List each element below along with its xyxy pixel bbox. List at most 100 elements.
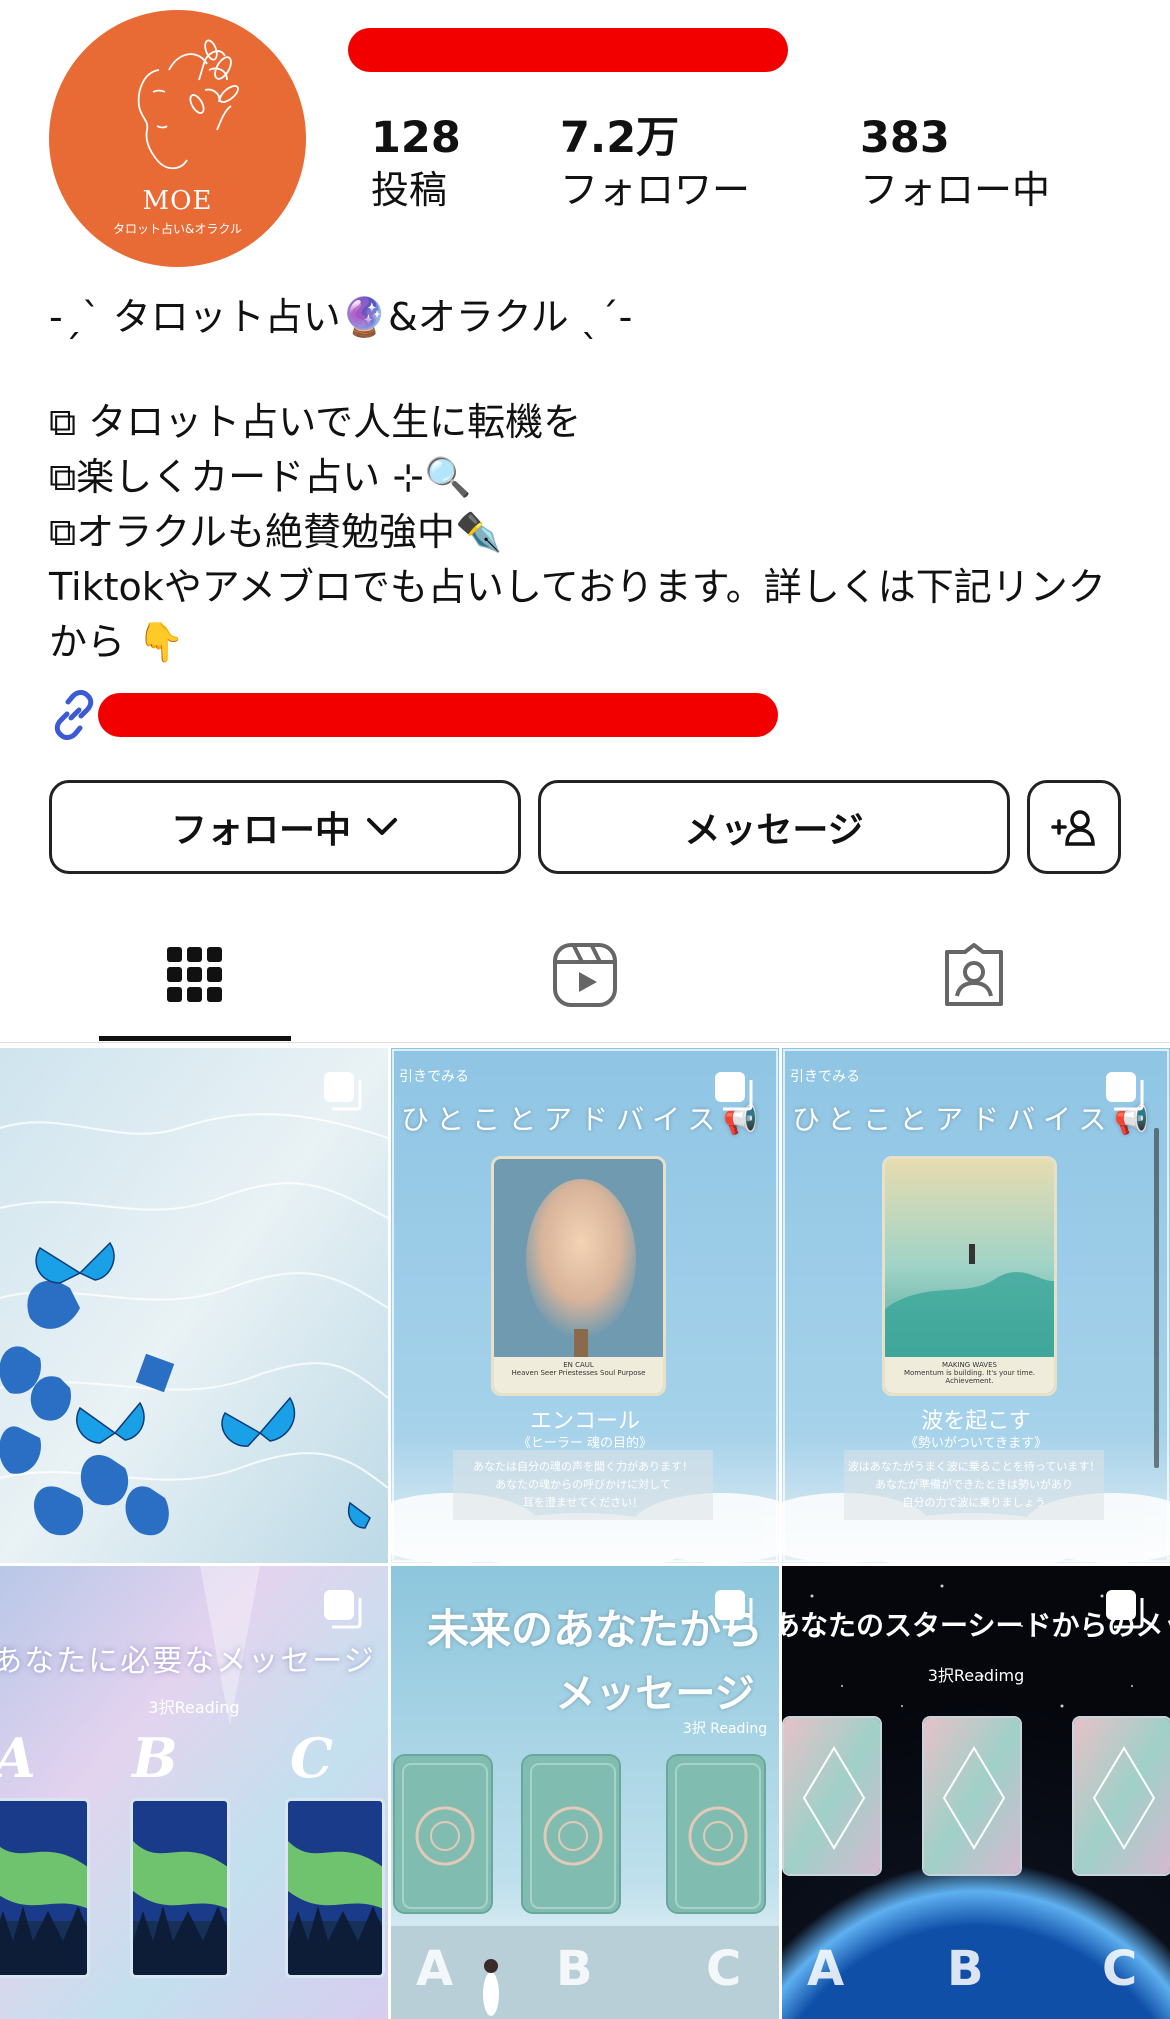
post-subtitle: 3択Readimg [927,1666,1025,1685]
card-back-pattern [784,1718,880,1874]
advice-message: 波はあなたがうまく波に乗ることを待っています！ あなたが準備ができたときは勢いが… [844,1450,1104,1520]
suggest-users-button[interactable] [1027,780,1121,874]
followers-label: フォロワー [560,168,751,212]
post-small-label: 引きでみる [790,1069,860,1085]
tab-posts[interactable] [155,935,235,1015]
profile-bio: -ˏˋ タロット占い🔮&オラクル ˎˊ- ⧉ タロット占いで人生に転機を ⧉楽し… [49,290,1129,670]
bio-line: ⧉オラクルも絶賛勉強中✒️ [49,510,503,554]
carousel-icon [715,1072,753,1111]
oracle-card: MAKING WAVES Momentum is building. It's … [882,1156,1057,1396]
card-name: エンコール [529,1409,640,1434]
tab-tagged[interactable] [934,935,1014,1015]
link-icon[interactable] [49,690,99,740]
tarot-card-back [666,1754,766,1914]
following-button[interactable]: フォロー中 [49,780,521,874]
posts-count: 128 [371,113,461,163]
tarot-card-back [393,1754,493,1914]
following-label: フォロー中 [860,168,1051,212]
choice-letter: B [132,1726,178,1790]
oracle-caption-title: EN CAUL [563,1361,594,1369]
carousel-icon [324,1590,362,1629]
profile-avatar[interactable]: MOE タロット占い&オラクル [49,10,306,267]
post-title: あなたに必要なメッセージ [0,1644,376,1679]
oracle-caption: EN CAUL Heaven Seer Priestesses Soul Pur… [494,1357,663,1393]
choice-letter: A [416,1941,454,1997]
followers-stat[interactable]: 7.2万 フォロワー [560,112,750,216]
post-title-line2: メッセージ [555,1671,755,1717]
aurora-card-art [133,1801,227,1975]
carousel-icon [1106,1072,1144,1111]
aurora-card [0,1798,90,1978]
choice-letter: C [706,1941,742,1997]
advice-line: あなたの魂からの呼びかけに対して [495,1478,671,1491]
reels-icon [553,943,617,1007]
aurora-card [130,1798,230,1978]
following-count: 383 [860,113,950,163]
bio-spacer [49,345,1129,395]
message-button[interactable]: メッセージ [538,780,1010,874]
choice-letter: A [807,1941,845,1997]
choice-letter: A [0,1726,36,1790]
oracle-card: EN CAUL Heaven Seer Priestesses Soul Pur… [491,1156,666,1396]
posts-label: 投稿 [371,168,448,212]
post-subtitle: 3択Reading [148,1698,240,1717]
card-subtitle: 《ヒーラー 魂の目的》 [517,1436,653,1451]
chevron-down-icon [367,818,397,835]
carousel-icon [715,1590,753,1629]
card-back-pattern [924,1718,1020,1874]
butterfly-water-image [0,1048,388,1563]
following-button-label: フォロー中 [170,810,351,851]
redacted-username [348,28,788,72]
posts-stat[interactable]: 128 投稿 [371,112,461,216]
tarot-card-back [521,1754,621,1914]
advice-line: 耳を澄ませてください！ [522,1496,644,1509]
oracle-caption-title: MAKING WAVES [942,1361,997,1369]
card-subtitle: 《勢いがついてきます》 [904,1436,1048,1451]
tagged-icon [945,943,1003,1006]
carousel-icon [324,1072,362,1111]
post-subtitle: 3択 Reading [682,1721,768,1737]
oracle-caption: MAKING WAVES Momentum is building. It's … [885,1357,1054,1393]
oracle-caption-text: Momentum is building. It's your time. Ac… [903,1369,1036,1385]
followers-count: 7.2万 [560,113,680,163]
card-back-pattern [395,1756,491,1912]
advice-line: 波はあなたがうまく波に乗ることを待っています！ [847,1460,1101,1473]
avatar-brand-subtitle: タロット占い&オラクル [113,222,242,236]
bio-line: -ˏˋ タロット占い🔮&オラクル ˎˊ- [49,295,633,339]
advice-line: あなたは自分の魂の声を聞く力があります！ [473,1460,693,1473]
tarot-card-back [922,1716,1022,1876]
active-tab-indicator [99,1036,291,1041]
oracle-caption-text: Heaven Seer Priestesses Soul Purpose [511,1369,646,1377]
card-back-pattern [668,1756,764,1912]
choice-letter: B [556,1941,593,1997]
post-thumbnail[interactable]: 引きでみる ひとことアドバイス📢 MAKING WAVES Momentum i… [782,1048,1170,1563]
carousel-icon [1106,1590,1144,1629]
message-button-label: メッセージ [684,810,864,851]
post-thumbnail[interactable] [0,1048,388,1563]
add-person-icon [1051,810,1095,846]
aurora-card-art [288,1801,382,1975]
post-small-label: 引きでみる [399,1069,469,1085]
choice-letter: C [290,1726,333,1790]
tab-reels[interactable] [545,935,625,1015]
advice-line: あなたが準備ができたときは勢いがあり [875,1478,1073,1491]
post-thumbnail[interactable]: あなたに必要なメッセージ 3択Reading A B C [0,1566,388,2019]
choice-letter: B [947,1941,984,1997]
bio-line: ⧉ タロット占いで人生に転機を [49,400,582,444]
choice-letters: A B C [0,1726,388,1796]
post-thumbnail[interactable]: 未来のあなたから メッセージ 3択 Reading A B C [391,1566,779,2019]
card-back-pattern [1074,1718,1170,1874]
tarot-card-back [782,1716,882,1876]
post-thumbnail[interactable]: 引きでみる ひとことアドバイス📢 EN CAUL Heaven Seer Pri… [391,1048,779,1563]
following-stat[interactable]: 383 フォロー中 [860,112,1050,216]
tarot-card-back [1072,1716,1170,1876]
advice-message: あなたは自分の魂の声を聞く力があります！ あなたの魂からの呼びかけに対して 耳を… [453,1450,713,1520]
redacted-link[interactable] [98,693,778,737]
bio-line: ⧉楽しくカード占い ⊹🔍 [49,455,472,499]
grid-icon [167,947,222,1002]
avatar-brand-name: MOE [142,186,213,216]
advice-line: 自分の力で波に乗りましょう [902,1496,1046,1509]
aurora-card [285,1798,385,1978]
choice-letter: C [1102,1941,1138,1997]
post-thumbnail[interactable]: あなたのスターシードからのメッセージ 3択Readimg A B C [782,1566,1170,2019]
